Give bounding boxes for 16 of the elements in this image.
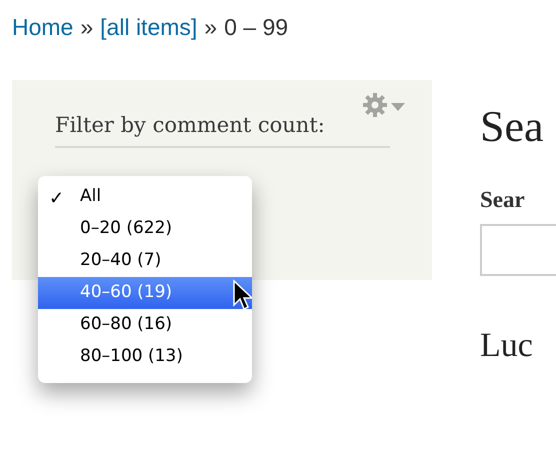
- menu-item[interactable]: 80–100 (13): [38, 341, 252, 373]
- menu-item[interactable]: All ✓: [38, 181, 252, 213]
- check-icon: ✓: [49, 185, 64, 212]
- menu-item[interactable]: 60–80 (16): [38, 309, 252, 341]
- section-heading: Luc: [480, 326, 534, 366]
- breadcrumb-link[interactable]: Home: [12, 10, 74, 80]
- breadcrumb-current: 0 – 99: [224, 13, 288, 42]
- menu-item[interactable]: 0–20 (622): [38, 213, 252, 245]
- page-heading: Sea: [480, 105, 545, 149]
- breadcrumb-separator: »: [204, 13, 218, 42]
- menu-item[interactable]: 40–60 (19): [38, 277, 252, 309]
- breadcrumb-separator: »: [80, 13, 94, 42]
- breadcrumb-link[interactable]: [all items]: [100, 10, 198, 80]
- search-field[interactable]: [480, 224, 556, 276]
- menu-item[interactable]: 20–40 (7): [38, 245, 252, 277]
- field-label: Sear: [480, 186, 526, 214]
